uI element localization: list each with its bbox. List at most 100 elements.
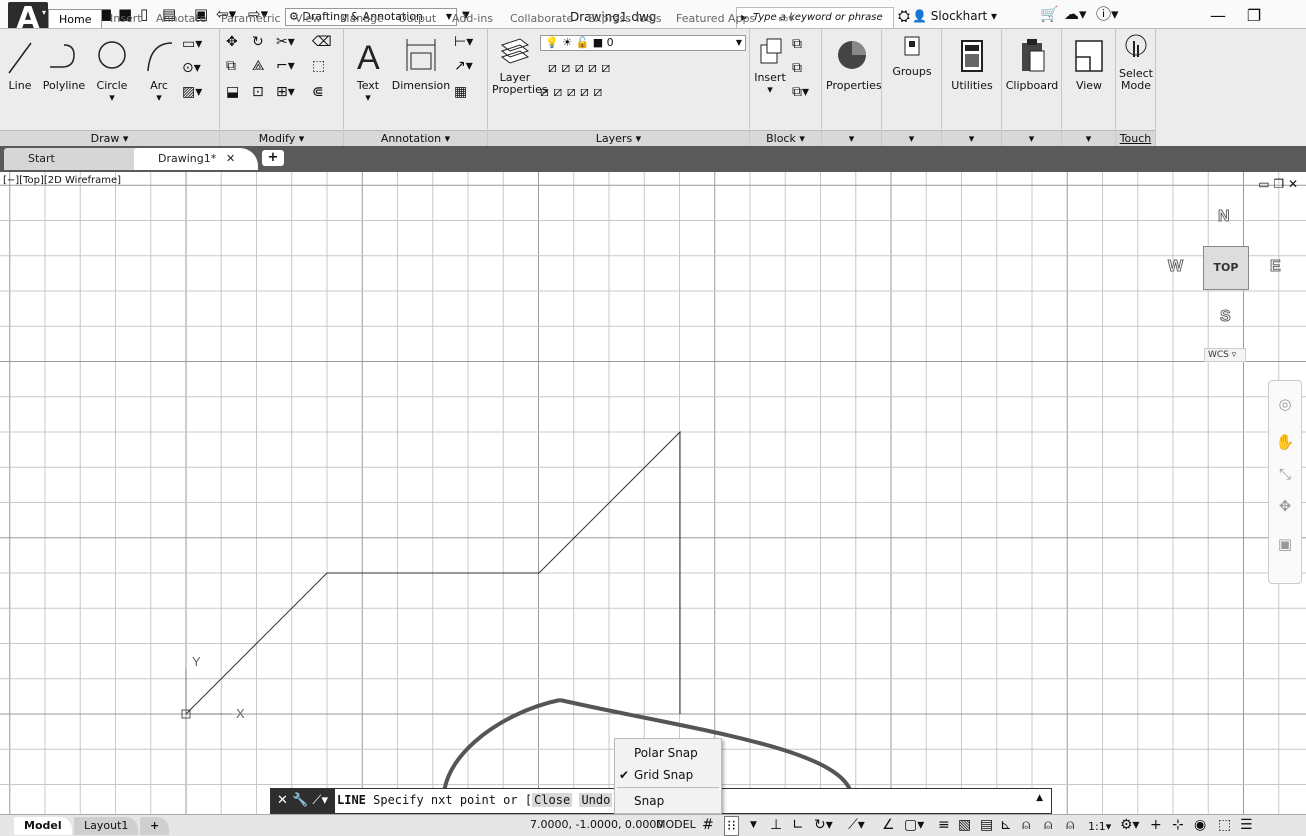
viewport-controls[interactable]: [−][Top][2D Wireframe]: [3, 175, 121, 186]
tab-express-tools[interactable]: Express Tools: [588, 9, 662, 28]
infer-constraints-icon[interactable]: ⊥: [770, 816, 782, 834]
dimension-tool[interactable]: Dimension: [390, 35, 452, 92]
array-icon[interactable]: ⊞▾: [276, 85, 295, 99]
zoom-icon[interactable]: ⤡: [1269, 465, 1301, 483]
annotation-visibility-icon[interactable]: ⍝: [1022, 816, 1030, 834]
layers-panel-title[interactable]: Layers ▾: [488, 130, 749, 147]
text-tool[interactable]: A Text ▾: [352, 35, 384, 104]
restore-icon[interactable]: ❐: [1236, 6, 1272, 25]
offset-icon[interactable]: ⋐: [312, 85, 324, 99]
hatch-icon[interactable]: ▨▾: [182, 85, 202, 99]
auto-scale-icon[interactable]: ⍝: [1044, 816, 1052, 834]
viewcube-south[interactable]: S: [1220, 308, 1232, 326]
wrench-icon[interactable]: 🔧: [292, 793, 308, 808]
tab-view[interactable]: View: [295, 9, 321, 28]
tab-annotate[interactable]: Annotate: [156, 9, 206, 28]
tab-add-ins[interactable]: Add-ins: [452, 9, 493, 28]
selection-cycling-icon[interactable]: ▤: [980, 816, 993, 834]
a360-icon[interactable]: ☁▾: [1064, 6, 1087, 22]
option-undo[interactable]: Undo: [579, 793, 613, 807]
units-icon[interactable]: ⊹: [1172, 816, 1184, 834]
grid-display-icon[interactable]: #: [702, 816, 714, 834]
layer-dropdown[interactable]: 💡 ☀ 🔓 ■ 0 ▼: [540, 35, 746, 51]
block-panel-title[interactable]: Block ▾: [750, 130, 821, 147]
layer-tools-row1-icons[interactable]: ⧄ ⧄ ⧄ ⧄ ⧄: [548, 61, 610, 75]
copy-icon[interactable]: ⧉: [226, 59, 236, 73]
help-icon[interactable]: ⓘ▾: [1096, 6, 1119, 22]
viewcube-west[interactable]: W: [1167, 258, 1183, 276]
table-icon[interactable]: ▦: [454, 85, 467, 99]
clean-screen-icon[interactable]: ⬚: [1218, 816, 1231, 834]
tab-manage[interactable]: Manage: [340, 9, 384, 28]
drawing-canvas[interactable]: Y X [−][Top][2D Wireframe] ▭ ❐ ✕ N W E S…: [0, 172, 1306, 814]
ribbon-options-icon[interactable]: ▭▾: [778, 9, 794, 28]
tab-output[interactable]: Output: [398, 9, 436, 28]
coordinates-display[interactable]: 7.0000, -1.0000, 0.0000: [530, 818, 663, 831]
add-layout-button[interactable]: +: [140, 817, 170, 835]
menu-grid-snap[interactable]: ✔ Grid Snap: [615, 764, 721, 786]
block-attribute-icon[interactable]: ⧉▾: [792, 85, 809, 99]
explode-icon[interactable]: ⬚: [312, 59, 325, 73]
user-account[interactable]: 👤 Slockhart ▾: [912, 9, 997, 23]
select-mode-button[interactable]: Select Mode: [1116, 31, 1156, 92]
snap-menu-chevron-icon[interactable]: ▼: [750, 816, 757, 834]
transparency-icon[interactable]: ▧: [958, 816, 971, 834]
orbit-icon[interactable]: ✥: [1269, 497, 1301, 515]
view-panel-expander[interactable]: ▾: [1062, 130, 1115, 147]
annotation-scale-icon[interactable]: ⍝: [1066, 816, 1074, 834]
steering-wheel-icon[interactable]: ◎: [1269, 395, 1301, 413]
isodraft-icon[interactable]: ⟋▾: [848, 816, 865, 834]
move-icon[interactable]: ✥: [226, 35, 238, 49]
linear-dimension-icon[interactable]: ⊢▾: [454, 35, 473, 49]
tab-parametric[interactable]: Parametric: [221, 9, 281, 28]
ortho-icon[interactable]: ∟: [792, 816, 804, 834]
mirror-icon[interactable]: ⟁: [252, 59, 265, 73]
command-history-icon[interactable]: ▲: [1036, 793, 1043, 803]
properties-panel-expander[interactable]: ▾: [822, 130, 881, 147]
clipboard-panel-expander[interactable]: ▾: [1002, 130, 1061, 147]
annotation-scale-dropdown[interactable]: 1:1▾: [1088, 818, 1111, 836]
draw-panel-title[interactable]: Draw ▾: [0, 130, 219, 147]
fillet-icon[interactable]: ⌐▾: [276, 59, 295, 73]
polar-tracking-icon[interactable]: ↻▾: [814, 816, 833, 834]
tab-layout1[interactable]: Layout1: [74, 817, 139, 835]
tab-model[interactable]: Model: [14, 817, 72, 835]
clipboard-tool[interactable]: Clipboard: [1004, 37, 1060, 92]
wcs-menu[interactable]: WCS ▿: [1204, 348, 1246, 362]
scale-icon[interactable]: ⊡: [252, 85, 264, 99]
touch-panel-title[interactable]: Touch: [1116, 130, 1155, 147]
polyline-tool[interactable]: Polyline: [40, 37, 88, 92]
layer-tools-row2-icons[interactable]: ⧄ ⧄ ⧄ ⧄ ⧄: [540, 85, 602, 99]
modify-panel-title[interactable]: Modify ▾: [220, 130, 343, 147]
leader-icon[interactable]: ↗▾: [454, 59, 473, 73]
customization-icon[interactable]: ☰: [1240, 816, 1253, 834]
isolate-objects-icon[interactable]: ◉: [1194, 816, 1206, 834]
viewcube-east[interactable]: E: [1270, 258, 1282, 276]
snap-mode-icon[interactable]: ⁝⁝: [724, 816, 739, 836]
properties-tool[interactable]: Properties: [826, 37, 882, 92]
binoculars-icon[interactable]: ⛭: [898, 8, 910, 24]
3d-osnap-icon[interactable]: ⊾: [1000, 816, 1012, 834]
stretch-icon[interactable]: ⬓: [226, 85, 239, 99]
line-tool[interactable]: Line: [4, 37, 36, 92]
pan-icon[interactable]: ✋: [1269, 433, 1301, 451]
arc-tool[interactable]: Arc ▾: [142, 37, 176, 104]
option-close[interactable]: Close: [532, 793, 573, 807]
tab-start[interactable]: Start: [4, 148, 154, 170]
tab-insert[interactable]: Insert: [110, 9, 142, 28]
tab-drawing1[interactable]: Drawing1* ✕: [134, 148, 258, 170]
groups-tool[interactable]: Groups: [886, 33, 938, 78]
view-tool[interactable]: View: [1064, 37, 1114, 92]
showmotion-icon[interactable]: ▣: [1269, 535, 1301, 553]
cart-icon[interactable]: 🛒: [1040, 6, 1059, 22]
edit-block-icon[interactable]: ⧉: [792, 61, 802, 75]
ellipse-icon[interactable]: ⊙▾: [182, 61, 201, 75]
rectangle-icon[interactable]: ▭▾: [182, 37, 202, 51]
close-icon[interactable]: ✕: [277, 793, 288, 808]
tab-home[interactable]: Home: [48, 9, 103, 28]
layer-properties-tool[interactable]: Layer Properties: [492, 35, 548, 96]
close-tab-icon[interactable]: ✕: [226, 148, 235, 170]
create-block-icon[interactable]: ⧉: [792, 37, 802, 51]
object-snap-tracking-icon[interactable]: ∠: [882, 816, 895, 834]
object-snap-icon[interactable]: ▢▾: [904, 816, 924, 834]
